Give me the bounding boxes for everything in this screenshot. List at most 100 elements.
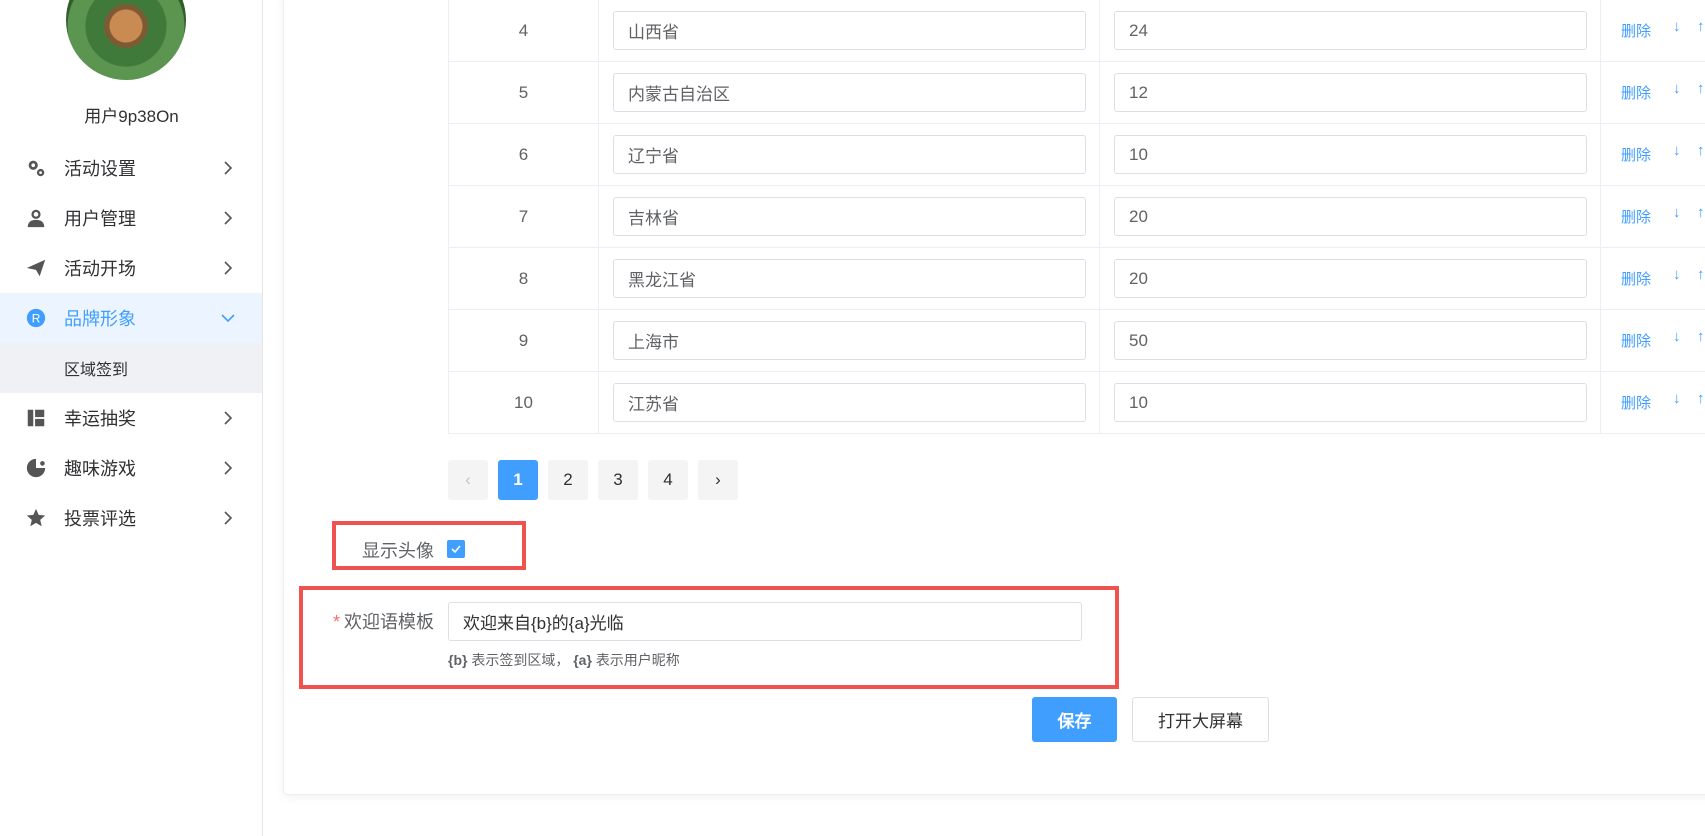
table-row: 8 删除 ↓ ↑ bbox=[448, 248, 1705, 310]
svg-text:R: R bbox=[32, 312, 41, 326]
row-index: 10 bbox=[448, 372, 599, 434]
delete-link[interactable]: 删除 bbox=[1621, 330, 1651, 351]
sidebar-item-label: 活动设置 bbox=[64, 159, 136, 179]
sidebar-item-fun-games[interactable]: 趣味游戏 bbox=[0, 443, 262, 493]
chevron-right-icon bbox=[224, 261, 233, 275]
welcome-template-input[interactable] bbox=[448, 602, 1082, 641]
chevron-right-icon bbox=[224, 161, 233, 175]
move-down-icon[interactable]: ↓ bbox=[1673, 204, 1681, 221]
move-up-icon[interactable]: ↑ bbox=[1697, 204, 1705, 221]
gears-icon bbox=[24, 156, 48, 180]
table-row: 10 删除 ↓ ↑ bbox=[448, 372, 1705, 434]
region-input[interactable] bbox=[613, 321, 1086, 360]
region-input[interactable] bbox=[613, 73, 1086, 112]
chevron-down-icon bbox=[221, 314, 235, 323]
sidebar-item-user-management[interactable]: 用户管理 bbox=[0, 193, 262, 243]
show-avatar-label: 显示头像 bbox=[362, 541, 434, 561]
chevron-right-icon bbox=[224, 461, 233, 475]
table-row: 5 删除 ↓ ↑ bbox=[448, 62, 1705, 124]
sidebar-subitem-label: 区域签到 bbox=[64, 362, 129, 379]
hint-placeholder-a: {a} bbox=[573, 652, 592, 668]
sidebar-item-label: 投票评选 bbox=[64, 509, 136, 529]
hint-text-a: 表示用户昵称 bbox=[595, 652, 680, 668]
delete-link[interactable]: 删除 bbox=[1621, 268, 1651, 289]
sidebar-menu: 活动设置 用户管理 活动开场 R 品牌形象 区域签到 幸运抽奖 趣味游戏 投票评… bbox=[0, 143, 262, 543]
page-button-3[interactable]: 3 bbox=[598, 460, 638, 500]
region-input[interactable] bbox=[613, 259, 1086, 298]
sidebar-item-label: 活动开场 bbox=[64, 259, 136, 279]
count-input[interactable] bbox=[1114, 259, 1587, 298]
hint-text-b: 表示签到区域， bbox=[471, 652, 570, 668]
avatar bbox=[66, 0, 186, 80]
check-icon bbox=[451, 545, 461, 554]
move-up-icon[interactable]: ↑ bbox=[1697, 80, 1705, 97]
sidebar-item-label: 用户管理 bbox=[64, 209, 136, 229]
chevron-right-icon bbox=[224, 211, 233, 225]
row-index: 5 bbox=[448, 62, 599, 124]
sidebar-item-brand-image[interactable]: R 品牌形象 bbox=[0, 293, 262, 343]
welcome-template-label: * 欢迎语模板 bbox=[333, 608, 434, 634]
move-up-icon[interactable]: ↑ bbox=[1697, 266, 1705, 283]
row-index: 4 bbox=[448, 0, 599, 62]
count-input[interactable] bbox=[1114, 135, 1587, 174]
star-icon bbox=[24, 506, 48, 530]
table-row: 6 删除 ↓ ↑ bbox=[448, 124, 1705, 186]
region-input[interactable] bbox=[613, 11, 1086, 50]
count-input[interactable] bbox=[1114, 11, 1587, 50]
delete-link[interactable]: 删除 bbox=[1621, 20, 1651, 41]
table-row: 4 删除 ↓ ↑ bbox=[448, 0, 1705, 62]
count-input[interactable] bbox=[1114, 73, 1587, 112]
page-button-1[interactable]: 1 bbox=[498, 460, 538, 500]
region-input[interactable] bbox=[613, 383, 1086, 422]
page-button-2[interactable]: 2 bbox=[548, 460, 588, 500]
sidebar-item-lucky-draw[interactable]: 幸运抽奖 bbox=[0, 393, 262, 443]
save-button[interactable]: 保存 bbox=[1032, 697, 1117, 742]
open-big-screen-button[interactable]: 打开大屏幕 bbox=[1132, 697, 1269, 742]
prev-page-button[interactable]: ‹ bbox=[448, 460, 488, 500]
sidebar-subitem-region-checkin[interactable]: 区域签到 bbox=[0, 343, 262, 393]
paper-plane-icon bbox=[24, 256, 48, 280]
hint-placeholder-b: {b} bbox=[448, 652, 468, 668]
show-avatar-checkbox[interactable] bbox=[447, 540, 465, 558]
count-input[interactable] bbox=[1114, 383, 1587, 422]
count-input[interactable] bbox=[1114, 197, 1587, 236]
move-down-icon[interactable]: ↓ bbox=[1673, 390, 1681, 407]
move-up-icon[interactable]: ↑ bbox=[1697, 390, 1705, 407]
table-row: 7 删除 ↓ ↑ bbox=[448, 186, 1705, 248]
sidebar-item-activity-settings[interactable]: 活动设置 bbox=[0, 143, 262, 193]
region-input[interactable] bbox=[613, 197, 1086, 236]
move-down-icon[interactable]: ↓ bbox=[1673, 142, 1681, 159]
sidebar-item-voting[interactable]: 投票评选 bbox=[0, 493, 262, 543]
delete-link[interactable]: 删除 bbox=[1621, 144, 1651, 165]
lottery-icon bbox=[24, 406, 48, 430]
row-index: 6 bbox=[448, 124, 599, 186]
region-input[interactable] bbox=[613, 135, 1086, 174]
required-mark: * bbox=[333, 612, 341, 632]
next-page-button[interactable]: › bbox=[698, 460, 738, 500]
move-up-icon[interactable]: ↑ bbox=[1697, 142, 1705, 159]
sidebar-item-label: 趣味游戏 bbox=[64, 459, 136, 479]
page-button-4[interactable]: 4 bbox=[648, 460, 688, 500]
move-down-icon[interactable]: ↓ bbox=[1673, 80, 1681, 97]
move-down-icon[interactable]: ↓ bbox=[1673, 18, 1681, 35]
row-index: 9 bbox=[448, 310, 599, 372]
move-up-icon[interactable]: ↑ bbox=[1697, 18, 1705, 35]
welcome-template-hint: {b} 表示签到区域， {a} 表示用户昵称 bbox=[448, 650, 680, 670]
count-input[interactable] bbox=[1114, 321, 1587, 360]
move-down-icon[interactable]: ↓ bbox=[1673, 266, 1681, 283]
delete-link[interactable]: 删除 bbox=[1621, 206, 1651, 227]
chevron-right-icon bbox=[224, 511, 233, 525]
delete-link[interactable]: 删除 bbox=[1621, 392, 1651, 413]
move-up-icon[interactable]: ↑ bbox=[1697, 328, 1705, 345]
sidebar-item-activity-opening[interactable]: 活动开场 bbox=[0, 243, 262, 293]
sidebar-item-label: 品牌形象 bbox=[64, 309, 136, 329]
sidebar-item-label: 幸运抽奖 bbox=[64, 409, 136, 429]
move-down-icon[interactable]: ↓ bbox=[1673, 328, 1681, 345]
delete-link[interactable]: 删除 bbox=[1621, 82, 1651, 103]
table-row: 9 删除 ↓ ↑ bbox=[448, 310, 1705, 372]
welcome-template-label-text: 欢迎语模板 bbox=[344, 612, 435, 632]
registered-icon: R bbox=[24, 306, 48, 330]
game-icon bbox=[24, 456, 48, 480]
row-index: 7 bbox=[448, 186, 599, 248]
user-manage-icon bbox=[24, 206, 48, 230]
